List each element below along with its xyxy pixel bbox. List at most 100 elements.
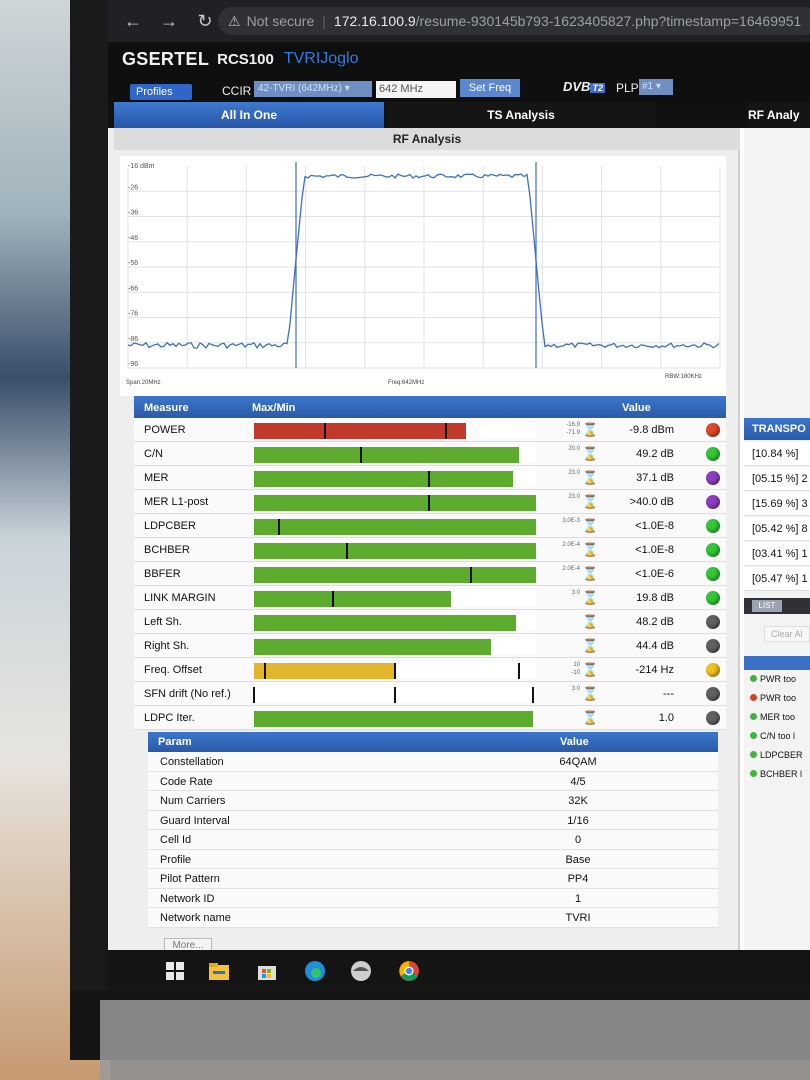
measure-limits: 23.0 [544,493,580,501]
measure-bar-fill [254,615,517,631]
param-name: Constellation [160,756,224,768]
limit-max: 3.0 [571,590,580,596]
profiles-button[interactable]: Profiles [130,84,192,100]
forward-arrow-icon[interactable]: → [158,11,180,32]
profiles-label: Profiles [136,86,173,98]
browser-toolbar: ← → ↻ ⚠ Not secure | 172.16.100.9 /resum… [108,0,810,42]
set-freq-button[interactable]: Set Freq [460,79,520,97]
hourglass-icon[interactable]: ⌛ [582,566,598,582]
measure-tick-mark [518,663,521,679]
hourglass-icon[interactable]: ⌛ [582,542,598,558]
edge-icon[interactable] [304,960,326,982]
param-name: Cell Id [160,834,192,846]
param-table-header: Param Value [148,732,718,752]
param-table: Param Value Constellation 64QAM Code Rat… [148,732,718,928]
store-icon[interactable] [256,960,278,982]
measure-value: 1.0 [658,712,674,724]
spectrum-top-label: -16 dBm [128,163,155,170]
freq-label: Freq:642MHz [388,380,424,386]
measure-bar-fill [254,447,520,463]
transport-row[interactable]: [05.47 %] 1 [744,567,810,591]
measure-tick-mark [470,567,473,583]
status-led-icon [706,543,720,557]
measure-limits: 3.0 [544,589,580,597]
windows-start-icon[interactable] [164,960,186,982]
alarm-list-header [744,656,810,670]
param-value: 4/5 [570,775,586,788]
transport-row[interactable]: [15.69 %] 3 [744,492,810,516]
measure-table: Measure Max/Min Value POWER -16.9 -71.9 … [134,396,726,730]
hourglass-icon[interactable]: ⌛ [582,614,598,630]
station-name[interactable]: TVRIJoglo [284,50,359,68]
hourglass-icon[interactable]: ⌛ [582,494,598,510]
measure-row: C/N 20.0 ⌛ 49.2 dB [134,442,726,466]
param-row: Num Carriers 32K [148,791,718,811]
measure-bar-fill [254,423,466,439]
channel-select[interactable]: 42-TVRI (642MHz) ▾ [254,81,372,97]
tab-all-in-one[interactable]: All In One [114,102,384,128]
measure-tick-mark [394,687,396,703]
param-name: Guard Interval [160,814,230,827]
hourglass-icon[interactable]: ⌛ [582,470,598,486]
alarm-text: BCHBER l [760,769,803,779]
measure-bar-track [254,663,536,679]
transport-header: TRANSPO [744,418,810,440]
frequency-input[interactable]: 642 MHz [376,81,456,98]
measure-bar-fill [254,543,536,559]
hourglass-icon[interactable]: ⌛ [582,686,598,702]
windows-taskbar [108,950,810,990]
limit-max: 2.0E-4 [562,542,580,548]
measure-limits: 20.0 [544,445,580,453]
param-row: Pilot Pattern PP4 [148,869,718,889]
y-tick-label: -26 [128,184,138,191]
clear-alarms-button[interactable]: Clear Al [764,626,810,642]
maxmin-header: Max/Min [252,402,296,414]
alarm-dot-icon [750,713,757,720]
measure-bar-track [254,471,536,487]
plp-select[interactable]: #1 ▾ [639,79,673,95]
back-arrow-icon[interactable]: ← [122,11,144,32]
hourglass-icon[interactable]: ⌛ [582,446,598,462]
rf-analysis-panel: RF Analysis -16 dBm -26 -36 -46 -56 -66 -76 -8… [108,128,740,954]
tab-ts-analysis[interactable]: TS Analysis [386,102,656,128]
alarm-item: C/N too l [750,731,810,741]
hourglass-icon[interactable]: ⌛ [582,662,598,678]
app-icon[interactable] [350,960,372,982]
measure-row: Right Sh. ⌛ 44.4 dB [134,634,726,658]
measure-value: 44.4 dB [636,640,674,652]
y-tick-label: -46 [128,235,138,242]
measure-value: 49.2 dB [636,448,674,460]
measure-bar-fill [254,591,452,607]
hourglass-icon[interactable]: ⌛ [582,638,598,654]
measure-limits: 3.0E-3 [544,517,580,525]
chrome-icon[interactable] [398,960,420,982]
measure-row: MER L1-post 23.0 ⌛ >40.0 dB [134,490,726,514]
file-explorer-icon[interactable] [208,960,230,982]
alarm-dot-icon [750,751,757,758]
transport-row[interactable]: [03.41 %] 1 [744,542,810,566]
measure-name: BCHBER [144,544,190,556]
y-tick-label: -86 [128,336,138,343]
hourglass-icon[interactable]: ⌛ [582,422,598,438]
param-row: Network ID 1 [148,888,718,908]
hourglass-icon[interactable]: ⌛ [582,710,598,726]
param-value: TVRI [565,912,591,924]
transport-row[interactable]: [10.84 %] [744,442,810,466]
hourglass-icon[interactable]: ⌛ [582,590,598,606]
measure-limits: -16.9 -71.9 [544,421,580,437]
limit-min: -71.9 [566,430,580,436]
hourglass-icon[interactable]: ⌛ [582,518,598,534]
keyboard [100,1000,810,1080]
dvb-t2-logo: DVB T2 [563,79,605,94]
measure-rows: POWER -16.9 -71.9 ⌛ -9.8 dBm C/N 20.0 ⌛ … [134,418,726,730]
transport-row[interactable]: [05.42 %] 8 [744,517,810,541]
measure-bar-fill [254,567,536,583]
transport-row[interactable]: [05.15 %] 2 [744,467,810,491]
measure-tick-mark [444,423,447,439]
tab-rf-analysis[interactable]: RF Analy [748,102,810,128]
address-bar[interactable]: ⚠ Not secure | 172.16.100.9 /resume-9301… [218,7,810,35]
list-tab[interactable]: LIST [752,600,782,612]
span-label: Span:20MHz [126,380,161,386]
alarm-dot-icon [750,770,757,777]
reload-icon[interactable]: ↻ [194,11,216,32]
